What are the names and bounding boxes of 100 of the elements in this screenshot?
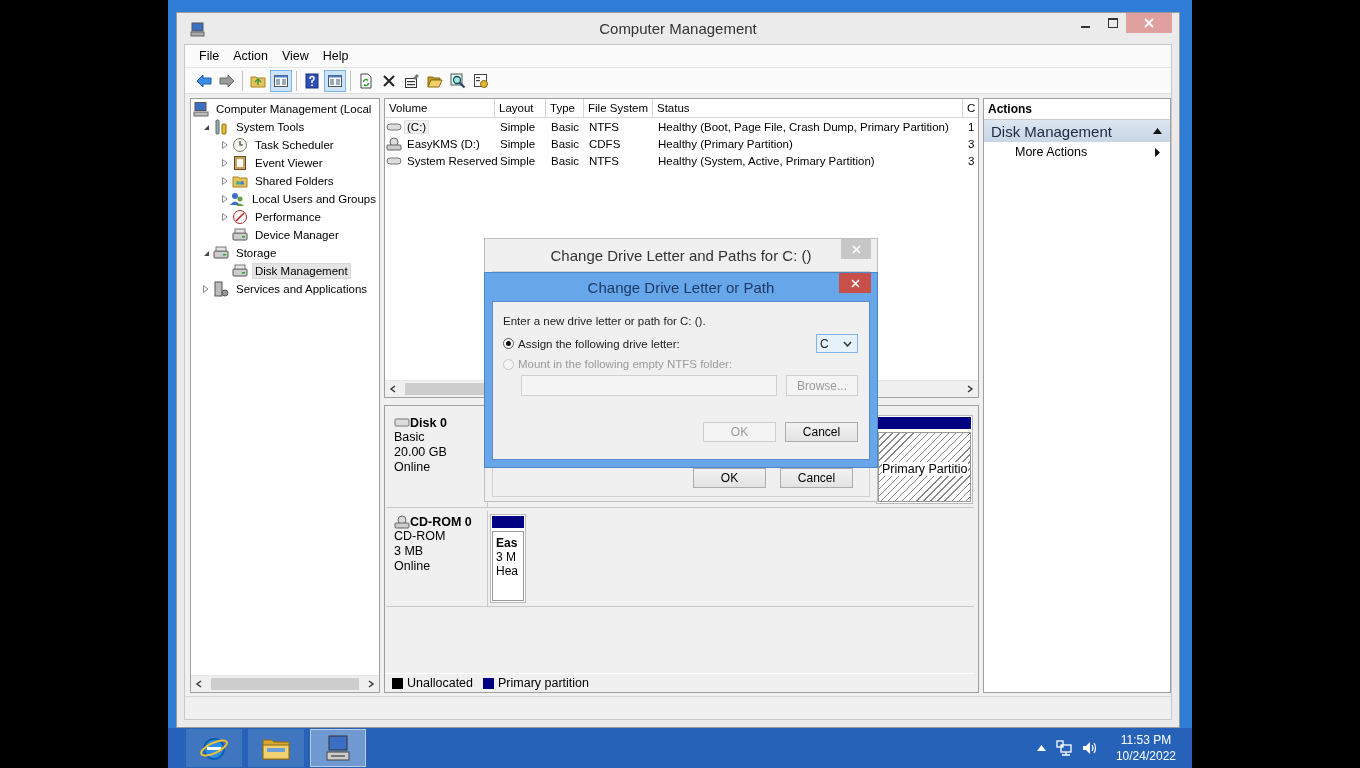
table-cell: 1 <box>968 120 975 133</box>
cd-drive-icon <box>394 515 410 529</box>
show-hidden-icons-icon[interactable] <box>1036 745 1046 751</box>
column-header[interactable]: C <box>963 99 978 117</box>
disk-name: Disk 0 <box>410 416 447 430</box>
table-cell: 3 <box>968 154 975 167</box>
disk-name: CD-ROM 0 <box>410 515 472 529</box>
column-header[interactable]: Status <box>653 99 963 117</box>
expand-arrow-icon[interactable] <box>222 213 228 221</box>
menu-item[interactable]: Action <box>226 49 275 63</box>
legend-label: Unallocated <box>407 676 473 690</box>
column-header[interactable]: File System <box>584 99 653 117</box>
expand-arrow-icon[interactable] <box>222 141 228 149</box>
taskbar-button[interactable] <box>248 729 304 767</box>
table-cell: Healthy (System, Active, Primary Partition) <box>658 154 875 167</box>
maximize-icon <box>1107 18 1118 28</box>
speaker-icon[interactable] <box>1081 740 1098 756</box>
scroll-left-icon <box>195 680 203 688</box>
drive-icon <box>213 245 229 261</box>
tools-icon <box>213 119 229 135</box>
forward-arrow-icon <box>219 72 235 89</box>
table-cell: Simple <box>500 137 536 150</box>
computer-icon <box>323 733 353 763</box>
expand-arrow-icon[interactable] <box>203 285 209 293</box>
computer-icon <box>193 101 209 117</box>
expand-arrow-icon[interactable] <box>222 159 228 167</box>
table-cell: 3 <box>968 137 975 150</box>
collapse-arrow-icon[interactable] <box>203 249 210 257</box>
delete-icon <box>381 72 397 89</box>
scroll-right-icon <box>966 385 974 393</box>
table-cell: Basic <box>551 120 580 133</box>
help-icon <box>304 72 320 89</box>
partition-status: Primary Partitio <box>882 462 968 476</box>
menu-item[interactable]: File <box>192 49 227 63</box>
tree-item[interactable]: System Tools <box>233 119 308 135</box>
tree-item[interactable]: Disk Management <box>252 263 351 279</box>
pane-icon <box>327 72 343 89</box>
tree-item[interactable]: Shared Folders <box>252 173 337 189</box>
partition-name: Eas <box>496 536 519 550</box>
disk-type: Basic <box>394 430 426 445</box>
tree-item[interactable]: Storage <box>233 245 280 261</box>
dialog-title: Change Drive Letter and Paths for C: () <box>550 246 812 264</box>
back-arrow-icon <box>196 72 212 89</box>
clock[interactable]: 11:53 PM 10/24/2022 <box>1115 732 1176 764</box>
tree-item[interactable]: Task Scheduler <box>252 137 337 153</box>
close-icon <box>850 278 860 288</box>
taskbar-button[interactable] <box>310 729 366 767</box>
dialog-button[interactable]: Cancel <box>780 468 853 488</box>
close-button[interactable] <box>839 273 871 293</box>
disk-size: 3 MB <box>394 544 425 559</box>
column-header[interactable]: Type <box>546 99 584 117</box>
expand-arrow-icon[interactable] <box>222 177 228 185</box>
expand-arrow-icon[interactable] <box>222 195 228 203</box>
partition-block[interactable]: Primary Partitio <box>876 415 973 504</box>
action-link[interactable]: More Actions <box>1015 145 1088 159</box>
menu-item[interactable]: Help <box>315 49 356 63</box>
column-header[interactable]: Volume <box>385 99 495 117</box>
tree-item[interactable]: Services and Applications <box>233 281 371 297</box>
dialog-button[interactable]: Cancel <box>785 422 858 442</box>
table-cell: Basic <box>551 137 580 150</box>
disk-type: CD-ROM <box>394 529 447 544</box>
pane-icon <box>273 72 289 89</box>
legend-label: Primary partition <box>498 676 589 690</box>
radio-option[interactable]: Assign the following drive letter: <box>503 337 680 350</box>
table-cell[interactable]: System Reserved <box>404 153 501 168</box>
table-cell: Simple <box>500 154 536 167</box>
settings-icon <box>473 72 489 89</box>
menu-item[interactable]: View <box>274 49 316 63</box>
tree-item[interactable]: Event Viewer <box>252 155 326 171</box>
collapse-arrow-icon[interactable] <box>203 123 210 131</box>
drive-icon <box>394 416 410 430</box>
horizontal-scrollbar[interactable] <box>191 675 379 692</box>
table-cell[interactable]: EasyKMS (D:) <box>404 136 483 151</box>
prompt-text: Enter a new drive letter or path for C: (). <box>503 315 707 327</box>
network-icon[interactable] <box>1055 740 1072 756</box>
properties-icon <box>404 72 420 89</box>
refresh-icon <box>358 72 374 89</box>
search-icon <box>450 72 466 89</box>
action-section-header[interactable]: Disk Management <box>984 120 1170 142</box>
drive-letter-dropdown[interactable]: C <box>816 334 858 353</box>
drive-icon <box>232 263 248 279</box>
toolbar-button[interactable] <box>324 69 346 92</box>
taskbar-button[interactable] <box>186 729 242 767</box>
toolbar-button[interactable] <box>270 69 292 92</box>
table-cell: NTFS <box>589 154 620 167</box>
cd-drive-icon <box>386 136 402 151</box>
tree-item[interactable]: Device Manager <box>252 227 342 243</box>
folder-icon <box>232 173 248 189</box>
window-title: Computer Management <box>599 20 757 37</box>
minimize-icon <box>1081 25 1090 28</box>
disk-size: 20.00 GB <box>394 445 448 460</box>
dialog-title: Change Drive Letter or Path <box>587 278 775 296</box>
partition-block[interactable]: Eas 3 M Hea <box>490 514 526 603</box>
table-cell: Healthy (Primary Partition) <box>658 137 793 150</box>
column-header[interactable]: Layout <box>495 99 546 117</box>
tree-item[interactable]: Computer Management (Local <box>213 101 375 117</box>
dialog-button[interactable]: OK <box>693 468 766 488</box>
table-cell[interactable]: (C:) <box>404 119 430 134</box>
tree-item[interactable]: Performance <box>252 209 324 225</box>
tree-item[interactable]: Local Users and Groups <box>249 191 379 207</box>
